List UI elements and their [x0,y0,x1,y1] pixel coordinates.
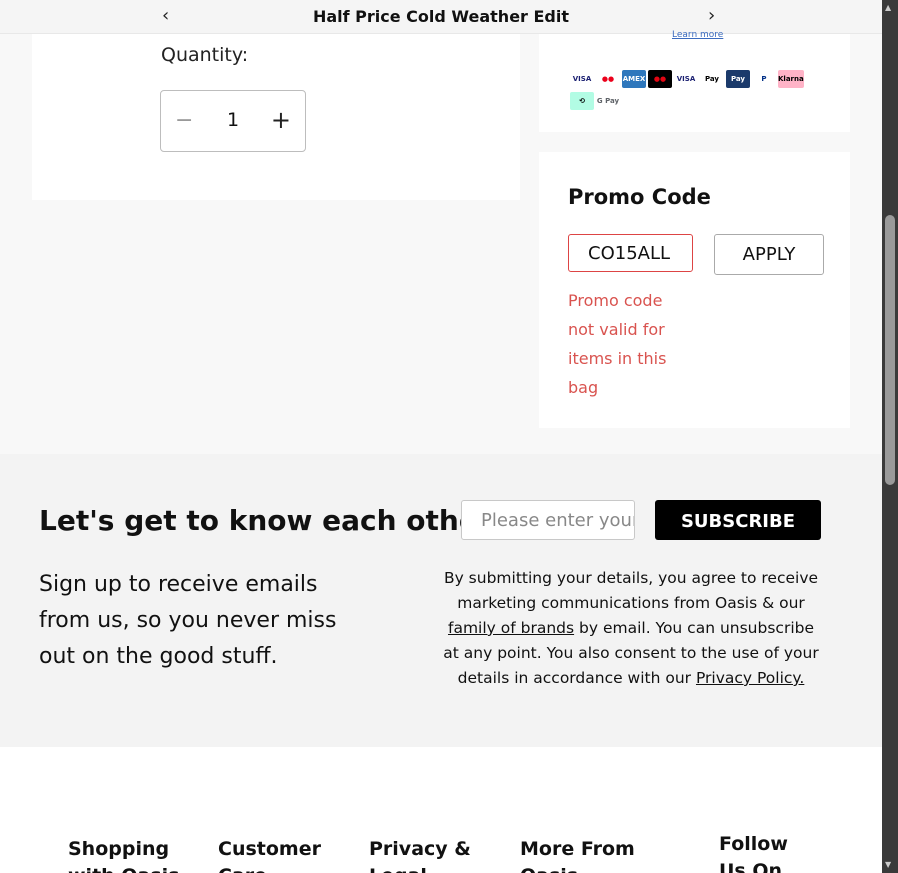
apple-pay-icon: Pay [700,70,724,88]
quantity-stepper: − 1 + [160,90,306,152]
apply-button[interactable]: APPLY [714,234,824,275]
privacy-policy-link[interactable]: Privacy Policy. [696,669,804,687]
promo-code-card: Promo Code CO15ALL APPLY Promo code not … [539,152,850,428]
pay-icon: Pay [726,70,750,88]
scrollbar[interactable]: ▲ ▼ [882,0,898,873]
family-of-brands-link[interactable]: family of brands [448,619,574,637]
paypal-icon: P [752,70,776,88]
chevron-right-icon[interactable]: › [708,5,715,26]
visa-icon: VISA [570,70,594,88]
mastercard-icon: ●● [596,70,620,88]
subscribe-button[interactable]: SUBSCRIBE [655,500,821,540]
scroll-thumb[interactable] [885,215,895,485]
learn-more-link[interactable]: Learn more [672,30,723,40]
newsletter-legal-text: By submitting your details, you agree to… [440,566,822,691]
google-pay-icon: G Pay [596,92,620,110]
newsletter-heading: Let's get to know each other [39,504,492,537]
promo-code-input[interactable]: CO15ALL [568,234,693,272]
footer-column-social[interactable]: Follow Us On Social [719,831,819,873]
email-input[interactable]: Please enter your email [461,500,635,540]
promo-banner: ‹ Half Price Cold Weather Edit › [0,0,882,34]
footer-column-customer-care[interactable]: Customer Care [218,836,338,873]
quantity-card: Quantity: − 1 + [32,34,520,200]
quantity-label: Quantity: [161,44,249,66]
payment-icons: VISA ●● AMEX ●● VISA Pay Pay P Klarna ⟲ G Pay [570,70,830,110]
maestro-icon: ●● [648,70,672,88]
klarna-icon: Klarna [778,70,804,88]
chevron-left-icon[interactable]: ‹ [162,5,169,26]
footer-column-more[interactable]: More From Oasis [520,836,645,873]
amex-icon: AMEX [622,70,646,88]
scroll-down-icon[interactable]: ▼ [885,860,891,869]
promo-code-title: Promo Code [568,185,711,209]
payment-methods-card: Learn more VISA ●● AMEX ●● VISA Pay Pay P Klarna… [539,30,850,132]
visa-electron-icon: VISA [674,70,698,88]
scroll-up-icon[interactable]: ▲ [885,3,891,12]
banner-title[interactable]: Half Price Cold Weather Edit [313,7,569,26]
legal-text-part1: By submitting your details, you agree to… [443,569,819,612]
footer-column-privacy[interactable]: Privacy & Legal [369,836,489,873]
footer-column-shopping[interactable]: Shopping with Oasis [68,836,188,873]
promo-error-message: Promo code not valid for items in this b… [568,291,667,397]
newsletter-section: Let's get to know each other Please ente… [0,454,882,747]
increase-quantity-button[interactable]: + [271,106,291,134]
newsletter-subtext: Sign up to receive emails from us, so yo… [39,572,337,669]
clearpay-icon: ⟲ [570,92,594,110]
footer: Shopping with Oasis Customer Care Privac… [0,747,882,873]
